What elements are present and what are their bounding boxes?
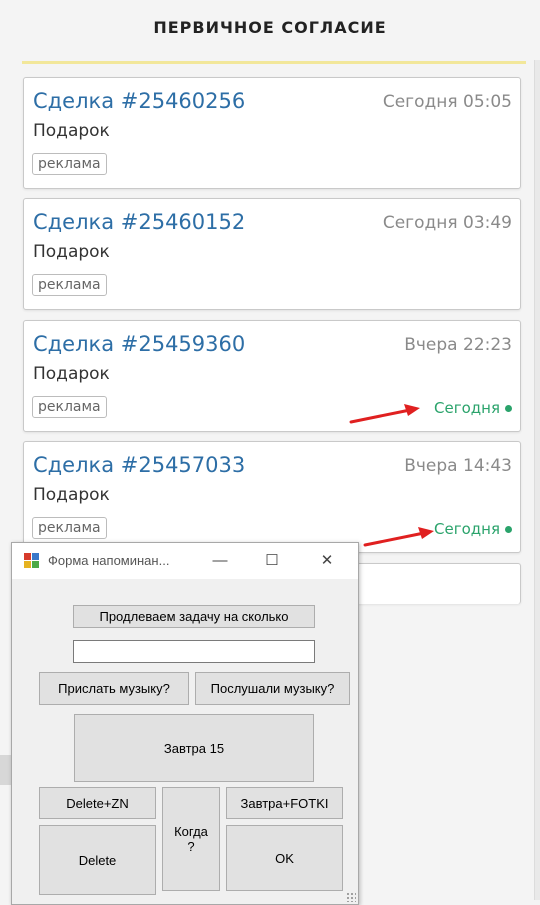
deal-time: Вчера 22:23 — [404, 335, 512, 355]
status-today-label: Сегодня — [434, 399, 500, 417]
deal-subtitle: Подарок — [33, 242, 110, 262]
deal-card[interactable]: Сделка #25457033 Вчера 14:43 Подарок рек… — [23, 441, 521, 553]
status-today: Сегодня — [434, 520, 512, 538]
status-today: Сегодня — [434, 399, 512, 417]
ok-button[interactable]: OK — [226, 825, 343, 891]
title-divider — [22, 61, 526, 64]
red-arrow-icon — [363, 527, 434, 547]
extend-task-button[interactable]: Продлеваем задачу на сколько — [73, 605, 315, 628]
listened-music-button[interactable]: Послушали музыку? — [195, 672, 350, 705]
status-dot-icon — [505, 526, 512, 533]
deal-time: Сегодня 05:05 — [382, 92, 512, 112]
send-music-button[interactable]: Прислать музыку? — [39, 672, 189, 705]
window-title: Форма напоминан... — [48, 553, 170, 568]
delete-button[interactable]: Delete — [39, 825, 156, 895]
deal-card[interactable]: Сделка #25460256 Сегодня 05:05 Подарок р… — [23, 77, 521, 189]
scrollbar-track[interactable] — [534, 60, 540, 900]
delete-zn-button[interactable]: Delete+ZN — [39, 787, 156, 819]
window-titlebar[interactable]: Форма напоминан... — ☐ ✕ — [12, 543, 358, 579]
background-fragment — [0, 755, 11, 785]
status-today-label: Сегодня — [434, 520, 500, 538]
extend-days-input[interactable] — [73, 640, 315, 663]
when-button[interactable]: Когда ? — [162, 787, 220, 891]
deal-card[interactable]: Сделка #25459360 Вчера 22:23 Подарок рек… — [23, 320, 521, 432]
close-button[interactable]: ✕ — [304, 543, 350, 579]
deal-tag[interactable]: реклама — [32, 396, 107, 418]
status-dot-icon — [505, 405, 512, 412]
resize-grip-icon[interactable] — [346, 892, 356, 902]
deal-subtitle: Подарок — [33, 364, 110, 384]
page-title: ПЕРВИЧНОЕ СОГЛАСИЕ — [153, 18, 387, 37]
deal-time: Вчера 14:43 — [404, 456, 512, 476]
deal-card[interactable]: Сделка #25460152 Сегодня 03:49 Подарок р… — [23, 198, 521, 310]
deal-subtitle: Подарок — [33, 121, 110, 141]
deal-link[interactable]: Сделка #25459360 — [33, 332, 245, 356]
maximize-button[interactable]: ☐ — [249, 543, 295, 579]
deal-link[interactable]: Сделка #25460256 — [33, 89, 245, 113]
minimize-button[interactable]: — — [197, 543, 243, 579]
deal-link[interactable]: Сделка #25457033 — [33, 453, 245, 477]
deal-subtitle: Подарок — [33, 485, 110, 505]
tomorrow-15-button[interactable]: Завтра 15 — [74, 714, 314, 782]
red-arrow-icon — [349, 404, 420, 424]
deal-link[interactable]: Сделка #25460152 — [33, 210, 245, 234]
deal-tag[interactable]: реклама — [32, 517, 107, 539]
app-icon — [24, 553, 39, 568]
deal-tag[interactable]: реклама — [32, 274, 107, 296]
deal-tag[interactable]: реклама — [32, 153, 107, 175]
reminder-form-window[interactable]: Форма напоминан... — ☐ ✕ Продлеваем зада… — [11, 542, 359, 905]
tomorrow-fotki-button[interactable]: Завтра+FOTKI — [226, 787, 343, 819]
deal-time: Сегодня 03:49 — [382, 213, 512, 233]
